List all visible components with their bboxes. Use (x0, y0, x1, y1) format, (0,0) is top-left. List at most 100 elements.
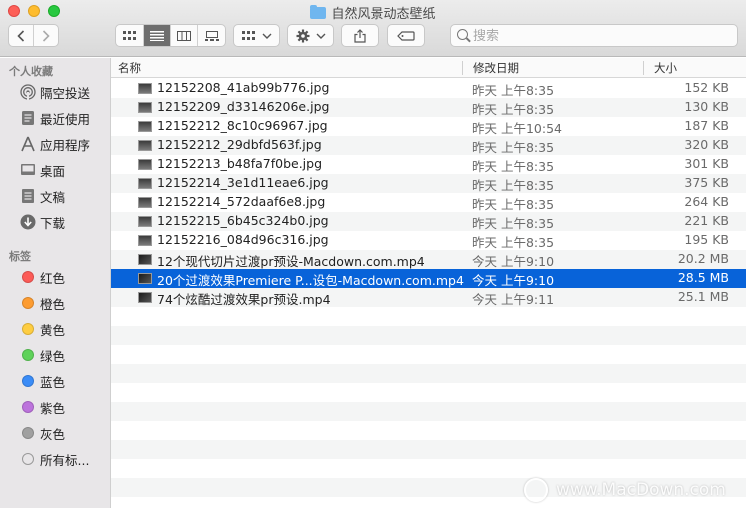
watermark-text: www.MacDown.com (556, 480, 726, 500)
sidebar-item-label: 红色 (40, 270, 66, 286)
column-header-size[interactable]: 大小 (647, 58, 677, 78)
group-icon (241, 30, 255, 40)
tag-dot-icon (19, 294, 37, 312)
sidebar-item-desktop[interactable]: 桌面 (0, 158, 110, 182)
sidebar-item-label: 隔空投送 (40, 85, 91, 101)
column-view-icon (177, 30, 191, 41)
sidebar-tag-yellow[interactable]: 黄色 (0, 317, 110, 341)
sidebar-tag-green[interactable]: 绿色 (0, 343, 110, 367)
sidebar-item-label: 最近使用 (40, 111, 91, 127)
group-by-button[interactable] (233, 24, 280, 47)
table-row[interactable]: 12152208_41ab99b776.jpg 昨天 上午8:35 152 KB (111, 79, 746, 98)
sidebar-tag-gray[interactable]: 灰色 (0, 421, 110, 445)
table-row[interactable]: 74个炫酷过渡效果pr预设.mp4 今天 上午9:11 25.1 MB (111, 288, 746, 307)
file-date: 昨天 上午8:35 (472, 83, 555, 98)
file-date: 昨天 上午8:35 (472, 197, 555, 212)
file-size: 301 KB (684, 156, 729, 171)
image-thumbnail-icon (138, 83, 152, 94)
image-thumbnail-icon (138, 197, 152, 208)
search-icon (457, 29, 468, 40)
gallery-view-button[interactable] (198, 25, 225, 46)
file-size: 375 KB (684, 175, 729, 190)
tag-dot-icon (19, 424, 37, 442)
all-tags-icon (19, 450, 37, 468)
file-name: 12152212_8c10c96967.jpg (157, 118, 328, 133)
column-header-bar: 名称 修改日期 大小 (111, 58, 746, 78)
share-button[interactable] (341, 24, 379, 47)
navigation-buttons (8, 24, 59, 47)
list-view-button[interactable] (144, 25, 171, 46)
video-thumbnail-icon (138, 292, 152, 303)
file-list: 名称 修改日期 大小 12152208_41ab99b776.jpg 昨天 上午8… (111, 58, 746, 508)
table-row[interactable]: 12152214_572daaf6e8.jpg 昨天 上午8:35 264 KB (111, 193, 746, 212)
sidebar-item-downloads[interactable]: 下载 (0, 210, 110, 234)
tag-icon (397, 30, 415, 41)
column-header-name[interactable]: 名称 (111, 58, 141, 78)
search-input[interactable] (473, 28, 723, 44)
column-divider[interactable] (462, 61, 463, 75)
sidebar-item-label: 下载 (40, 215, 66, 231)
file-size: 264 KB (684, 194, 729, 209)
file-date: 今天 上午9:11 (472, 292, 555, 307)
watermark: www.MacDown.com (524, 478, 726, 502)
tag-dot-icon (19, 372, 37, 390)
video-thumbnail-icon (138, 254, 152, 265)
action-menu-button[interactable] (287, 24, 334, 47)
empty-row (111, 383, 746, 402)
table-row[interactable]: 12个现代切片过渡pr预设-Macdown.com.mp4 今天 上午9:10 20… (111, 250, 746, 269)
table-row[interactable]: 20个过渡效果Premiere P...设包-Macdown.com.mp4 今天… (111, 269, 746, 288)
forward-button[interactable] (34, 25, 58, 46)
file-size: 320 KB (684, 137, 729, 152)
file-rows: 12152208_41ab99b776.jpg 昨天 上午8:35 152 KB 12… (111, 79, 746, 497)
sidebar-tag-purple[interactable]: 紫色 (0, 395, 110, 419)
file-size: 25.1 MB (677, 289, 729, 304)
column-header-date[interactable]: 修改日期 (466, 58, 519, 78)
sidebar-item-recents[interactable]: 最近使用 (0, 106, 110, 130)
icon-view-icon (122, 30, 136, 40)
column-view-button[interactable] (171, 25, 198, 46)
table-row[interactable]: 12152213_b48fa7f0be.jpg 昨天 上午8:35 301 KB (111, 155, 746, 174)
file-size: 152 KB (684, 80, 729, 95)
sidebar-tag-red[interactable]: 红色 (0, 265, 110, 289)
back-button[interactable] (9, 25, 34, 46)
title-bar: 自然风景动态壁纸 (0, 0, 746, 57)
table-row[interactable]: 12152215_6b45c324b0.jpg 昨天 上午8:35 221 KB (111, 212, 746, 231)
sidebar-item-documents[interactable]: 文稿 (0, 184, 110, 208)
applications-icon (19, 135, 37, 153)
sidebar-item-label: 应用程序 (40, 137, 91, 153)
airdrop-icon (19, 83, 37, 101)
file-size: 195 KB (684, 232, 729, 247)
table-row[interactable]: 12152216_084d96c316.jpg 昨天 上午8:35 195 KB (111, 231, 746, 250)
file-name: 12152208_41ab99b776.jpg (157, 80, 330, 95)
sidebar-tag-orange[interactable]: 橙色 (0, 291, 110, 315)
table-row[interactable]: 12152212_8c10c96967.jpg 昨天 上午10:54 187 KB (111, 117, 746, 136)
file-name: 12152216_084d96c316.jpg (157, 232, 329, 247)
file-name: 12152213_b48fa7f0be.jpg (157, 156, 323, 171)
table-row[interactable]: 12152209_d33146206e.jpg 昨天 上午8:35 130 KB (111, 98, 746, 117)
column-divider[interactable] (643, 61, 644, 75)
edit-tags-button[interactable] (387, 24, 425, 47)
sidebar-tag-blue[interactable]: 蓝色 (0, 369, 110, 393)
table-row[interactable]: 12152212_29dbfd563f.jpg 昨天 上午8:35 320 KB (111, 136, 746, 155)
downloads-icon (19, 213, 37, 231)
icon-view-button[interactable] (116, 25, 144, 46)
image-thumbnail-icon (138, 102, 152, 113)
gear-icon (296, 29, 309, 42)
table-row[interactable]: 12152214_3e1d11eae6.jpg 昨天 上午8:35 375 KB (111, 174, 746, 193)
file-date: 今天 上午9:10 (472, 273, 555, 288)
search-field[interactable] (450, 24, 738, 47)
file-date: 昨天 上午8:35 (472, 178, 555, 193)
favorites-header: 个人收藏 (9, 65, 53, 78)
file-date: 昨天 上午10:54 (472, 121, 562, 136)
sidebar-item-applications[interactable]: 应用程序 (0, 132, 110, 156)
sidebar-item-label: 桌面 (40, 163, 66, 179)
empty-row (111, 440, 746, 459)
sidebar-item-airdrop[interactable]: 隔空投送 (0, 80, 110, 104)
file-size: 221 KB (684, 213, 729, 228)
desktop-icon (19, 161, 37, 179)
image-thumbnail-icon (138, 121, 152, 132)
sidebar-tag-all[interactable]: 所有标... (0, 447, 110, 471)
file-name: 12152209_d33146206e.jpg (157, 99, 330, 114)
view-mode-control (115, 24, 226, 47)
file-size: 20.2 MB (677, 251, 729, 266)
